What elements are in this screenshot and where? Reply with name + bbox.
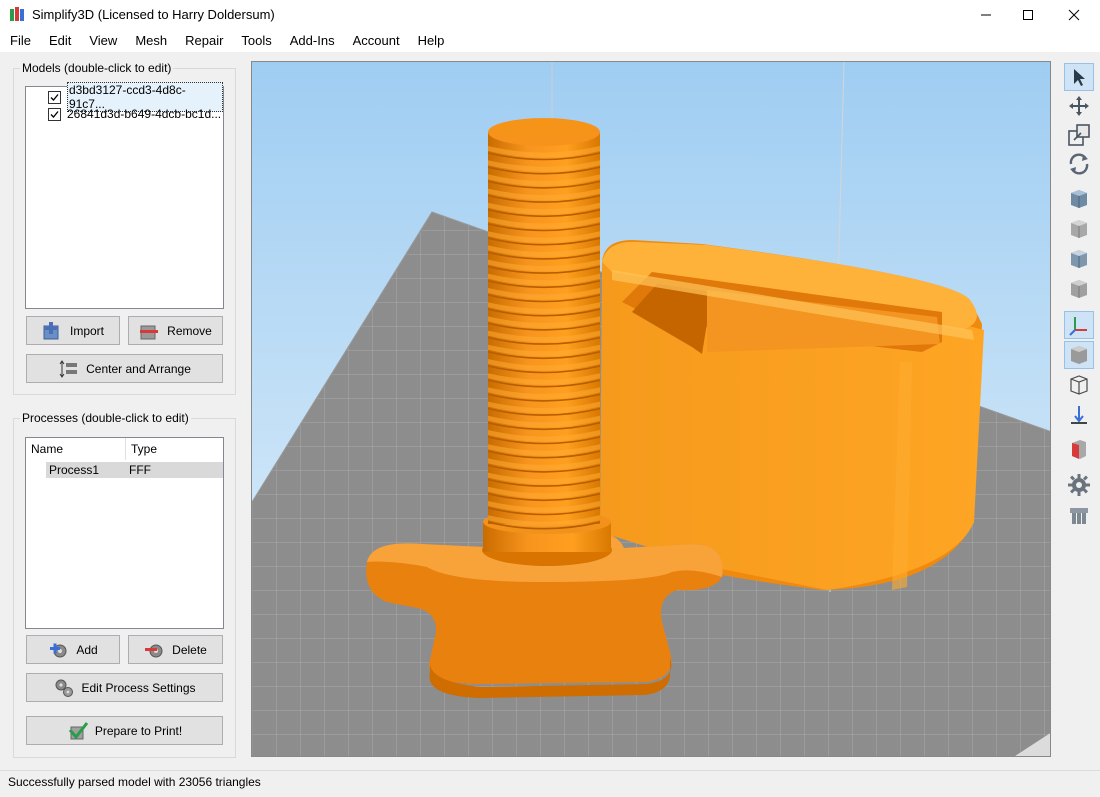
menu-help[interactable]: Help xyxy=(408,30,453,52)
box-model[interactable] xyxy=(600,240,984,590)
center-arrange-label: Center and Arrange xyxy=(86,361,191,376)
close-button[interactable] xyxy=(1051,0,1097,30)
menu-bar: File Edit View Mesh Repair Tools Add-Ins… xyxy=(0,30,1100,52)
view-toolbar xyxy=(1062,61,1096,531)
import-label: Import xyxy=(69,323,104,338)
solid-view-icon xyxy=(1071,346,1087,364)
prepare-to-print-label: Prepare to Print! xyxy=(94,723,183,738)
edit-process-settings-label: Edit Process Settings xyxy=(81,680,196,695)
menu-add-ins[interactable]: Add-Ins xyxy=(280,30,343,52)
import-button[interactable]: Import xyxy=(26,316,120,345)
menu-edit[interactable]: Edit xyxy=(39,30,79,52)
close-icon xyxy=(1068,9,1080,21)
prepare-check-icon xyxy=(68,721,88,739)
models-list[interactable]: d3bd3127-ccd3-4d8c-91c7... 26841d3d-b649… xyxy=(25,82,224,309)
checkmark-icon xyxy=(50,93,59,101)
process-name: Process1 xyxy=(49,463,100,477)
bed-view-button[interactable] xyxy=(1064,401,1094,429)
settings-button[interactable] xyxy=(1064,471,1094,499)
move-icon xyxy=(1069,96,1089,116)
toggle-axes-button[interactable] xyxy=(1064,311,1094,339)
maximize-icon xyxy=(1023,10,1033,20)
bed-icon xyxy=(1071,406,1087,424)
minimize-icon xyxy=(981,14,991,16)
add-gear-icon xyxy=(50,643,67,657)
center-arrange-icon xyxy=(59,359,78,378)
extruder-button[interactable] xyxy=(1064,501,1094,529)
select-tool-button[interactable] xyxy=(1064,63,1094,91)
delete-label: Delete xyxy=(172,642,207,657)
center-arrange-button[interactable]: Center and Arrange xyxy=(26,354,223,383)
model-2-checkbox[interactable] xyxy=(48,107,61,121)
delete-process-button[interactable]: Delete xyxy=(128,635,223,664)
add-process-button[interactable]: Add xyxy=(26,635,120,664)
menu-view[interactable]: View xyxy=(79,30,125,52)
cross-section-icon xyxy=(1072,440,1086,459)
edit-settings-gears-icon xyxy=(55,679,74,697)
view-front-icon xyxy=(1071,220,1087,238)
move-tool-button[interactable] xyxy=(1064,92,1094,120)
menu-file[interactable]: File xyxy=(0,30,39,52)
prepare-to-print-button[interactable]: Prepare to Print! xyxy=(26,716,223,745)
3d-viewport[interactable] xyxy=(251,61,1051,757)
bolt-model[interactable] xyxy=(487,118,601,530)
solid-view-button[interactable] xyxy=(1064,341,1094,369)
process-row[interactable]: Process1 FFF xyxy=(46,462,223,478)
build-scene xyxy=(252,62,1050,756)
view-iso-icon xyxy=(1071,190,1087,208)
wireframe-icon xyxy=(1070,375,1088,395)
remove-label: Remove xyxy=(167,323,212,338)
model-item-2[interactable]: 26841d3d-b649-4dcb-bc1d... xyxy=(48,106,221,122)
models-group: Models (double-click to edit) d3bd3127-c… xyxy=(13,61,236,395)
processes-group: Processes (double-click to edit) Name Ty… xyxy=(13,411,236,758)
rotate-tool-button[interactable] xyxy=(1064,150,1094,178)
edit-process-settings-button[interactable]: Edit Process Settings xyxy=(26,673,223,702)
menu-repair[interactable]: Repair xyxy=(175,30,231,52)
minimize-button[interactable] xyxy=(963,0,1009,30)
view-side-icon xyxy=(1071,280,1087,298)
view-top-button[interactable] xyxy=(1064,245,1094,273)
view-side-button[interactable] xyxy=(1064,275,1094,303)
processes-list[interactable]: Name Type Process1 FFF xyxy=(25,437,224,629)
maximize-button[interactable] xyxy=(1005,0,1051,30)
remove-icon xyxy=(140,325,159,339)
cross-section-button[interactable] xyxy=(1064,435,1094,463)
settings-gear-icon xyxy=(1068,474,1090,496)
view-front-button[interactable] xyxy=(1064,215,1094,243)
menu-mesh[interactable]: Mesh xyxy=(125,30,175,52)
select-arrow-icon xyxy=(1074,69,1085,86)
scale-tool-button[interactable] xyxy=(1064,121,1094,149)
status-message: Successfully parsed model with 23056 tri… xyxy=(8,775,261,789)
model-item-1[interactable]: d3bd3127-ccd3-4d8c-91c7... xyxy=(48,82,223,112)
column-header-type[interactable]: Type xyxy=(126,438,223,460)
menu-tools[interactable]: Tools xyxy=(231,30,279,52)
title-bar: Simplify3D (Licensed to Harry Doldersum) xyxy=(0,0,1100,30)
model-2-label: 26841d3d-b649-4dcb-bc1d... xyxy=(67,107,222,121)
simplify3d-logo-icon xyxy=(10,7,24,21)
view-iso-button[interactable] xyxy=(1064,185,1094,213)
models-group-title: Models (double-click to edit) xyxy=(20,61,174,75)
add-label: Add xyxy=(76,642,98,657)
checkmark-icon xyxy=(50,110,59,118)
processes-group-title: Processes (double-click to edit) xyxy=(20,411,191,425)
extruder-icon xyxy=(1070,508,1088,524)
window-title: Simplify3D (Licensed to Harry Doldersum) xyxy=(32,7,275,22)
wireframe-view-button[interactable] xyxy=(1064,371,1094,399)
delete-gear-icon xyxy=(145,644,163,657)
status-bar: Successfully parsed model with 23056 tri… xyxy=(0,770,1100,793)
model-1-checkbox[interactable] xyxy=(48,90,61,104)
axes-icon xyxy=(1069,317,1087,336)
import-icon xyxy=(43,321,59,339)
rotate-icon xyxy=(1069,153,1089,175)
menu-account[interactable]: Account xyxy=(343,30,408,52)
column-header-name[interactable]: Name xyxy=(26,438,126,460)
scale-icon xyxy=(1068,124,1090,146)
remove-button[interactable]: Remove xyxy=(128,316,223,345)
process-type: FFF xyxy=(129,463,151,477)
view-top-icon xyxy=(1071,250,1087,268)
